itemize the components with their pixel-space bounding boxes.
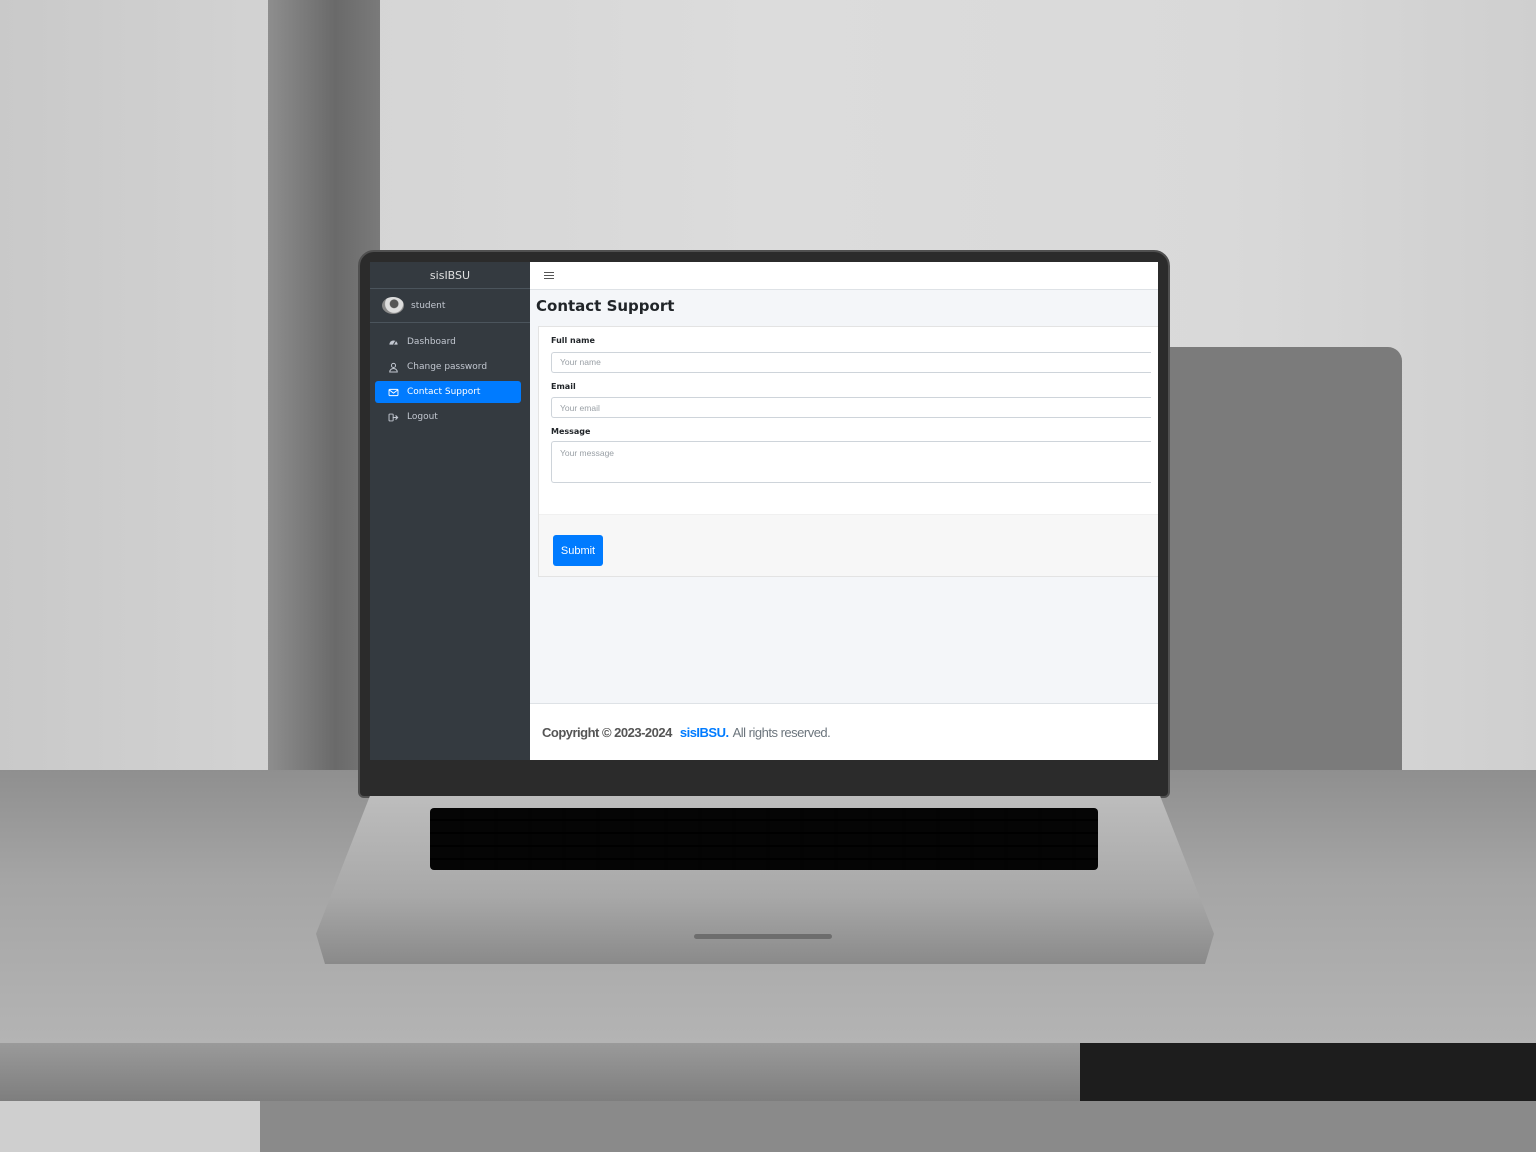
main-content: Contact Support Full name Email Message … [530, 262, 1158, 760]
laptop-screen: sisIBSU student Dashboard Change passwor… [370, 262, 1158, 760]
hamburger-menu-icon[interactable] [544, 271, 554, 280]
fullname-label: Full name [551, 336, 595, 345]
message-label: Message [551, 427, 591, 436]
footer-rights: All rights reserved. [732, 724, 831, 740]
sidebar-item-label: Logout [407, 412, 438, 422]
sidebar-item-label: Dashboard [407, 337, 456, 347]
brand-link[interactable]: sisIBSU [370, 262, 530, 289]
laptop-keyboard [430, 808, 1098, 870]
floor-shadow [260, 1101, 1536, 1152]
sidebar-item-contact-support[interactable]: Contact Support [375, 381, 521, 403]
desk-edge-shadow [1080, 1043, 1536, 1101]
fullname-input[interactable] [551, 351, 1151, 373]
sidebar-item-logout[interactable]: Logout [375, 406, 521, 428]
contact-form-card: Full name Email Message Submit [538, 326, 1158, 577]
footer-brand-link[interactable]: sisIBSU. [680, 725, 729, 740]
envelope-icon [387, 386, 399, 398]
dashboard-icon [387, 336, 399, 348]
laptop-shadow [1160, 347, 1402, 775]
logout-icon [387, 411, 399, 423]
top-navbar [530, 262, 1158, 290]
sidebar-item-label: Change password [407, 362, 488, 372]
laptop-lip [694, 934, 832, 939]
sidebar-item-label: Contact Support [407, 387, 481, 397]
user-panel[interactable]: student [370, 289, 530, 323]
sidebar-item-dashboard[interactable]: Dashboard [375, 331, 521, 353]
sidebar-item-change-password[interactable]: Change password [375, 356, 521, 378]
fullname-group: Full name [551, 336, 1158, 373]
submit-button[interactable]: Submit [553, 535, 603, 566]
form-footer: Submit [539, 514, 1158, 576]
email-group: Email [551, 381, 1158, 418]
form-body: Full name Email Message [539, 327, 1158, 514]
email-input[interactable] [551, 397, 1151, 418]
page-title: Contact Support [536, 297, 675, 315]
message-textarea[interactable] [551, 441, 1151, 483]
footer-copyright: Copyright © 2023-2024 [542, 724, 672, 740]
user-name: student [411, 300, 446, 311]
page-footer: Copyright © 2023-2024 sisIBSU. All right… [530, 703, 1158, 760]
avatar [382, 297, 404, 314]
message-group: Message [551, 427, 1158, 483]
email-label: Email [551, 381, 576, 391]
sidebar: sisIBSU student Dashboard Change passwor… [370, 262, 530, 760]
user-icon [387, 361, 399, 373]
sidebar-nav: Dashboard Change password Contact Suppor… [370, 323, 530, 428]
